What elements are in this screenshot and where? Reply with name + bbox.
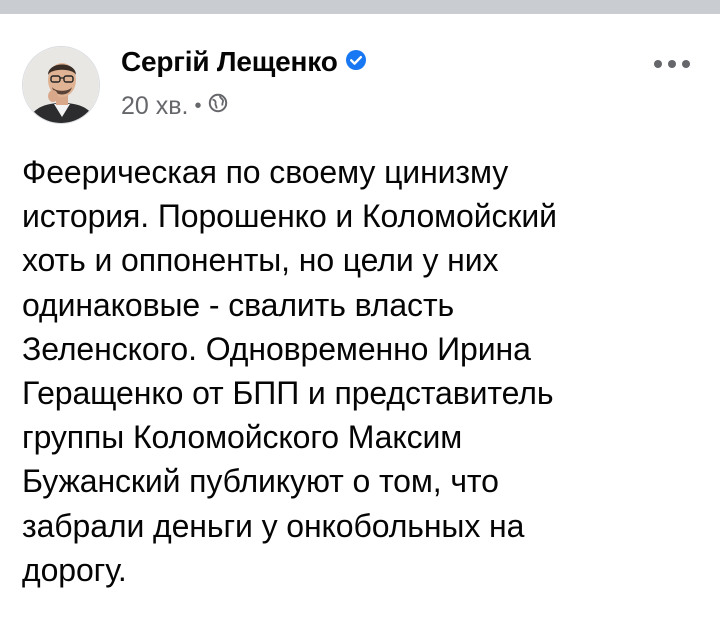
globe-icon[interactable] [208, 91, 228, 120]
more-dot [668, 60, 676, 68]
more-dot [682, 60, 690, 68]
author-name-row: Сергій Лещенко [121, 46, 367, 78]
more-options-icon[interactable] [654, 54, 690, 74]
feed-divider [0, 0, 720, 14]
author-name[interactable]: Сергій Лещенко [121, 46, 338, 77]
post-timestamp[interactable]: 20 хв. [121, 92, 188, 120]
more-dot [654, 60, 662, 68]
post-text: Феерическая по своему цинизму история. П… [22, 154, 557, 588]
post-card: Сергій Лещенко 20 хв. • Феерическая по св… [0, 14, 720, 619]
meta-separator: • [194, 95, 202, 117]
avatar-image [23, 47, 99, 123]
post-meta: 20 хв. • [121, 92, 228, 121]
author-avatar[interactable] [22, 46, 100, 124]
verified-badge-icon [345, 46, 367, 78]
